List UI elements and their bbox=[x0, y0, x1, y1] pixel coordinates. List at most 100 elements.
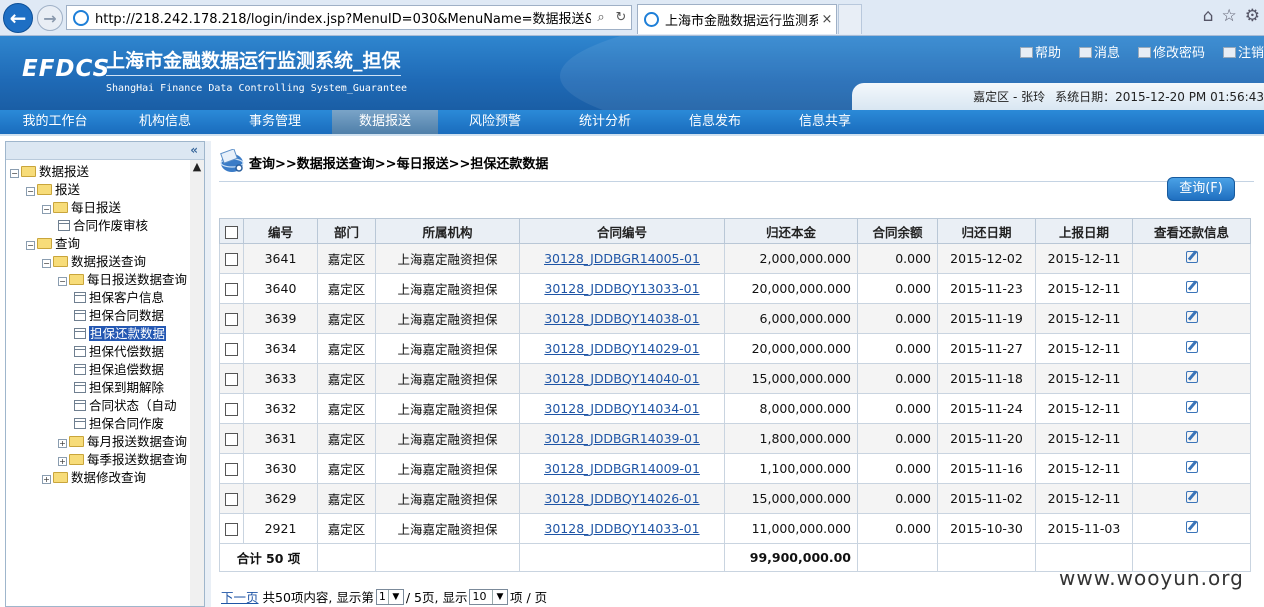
expand-icon[interactable]: + bbox=[42, 475, 51, 484]
gear-icon[interactable]: ⚙ bbox=[1245, 6, 1260, 26]
page-select[interactable]: 1 ▼ bbox=[375, 588, 404, 605]
row-checkbox[interactable] bbox=[225, 493, 238, 506]
panel-splitter[interactable] bbox=[205, 141, 211, 607]
expand-icon[interactable]: + bbox=[58, 439, 67, 448]
row-checkbox[interactable] bbox=[225, 433, 238, 446]
nav-info-share[interactable]: 信息共享 bbox=[770, 110, 880, 134]
tree-node[interactable]: 合同作废审核 bbox=[6, 217, 204, 235]
nav-risk-alert[interactable]: 风险预警 bbox=[440, 110, 550, 134]
expand-icon[interactable]: + bbox=[58, 457, 67, 466]
back-button[interactable]: ← bbox=[3, 3, 33, 33]
tree-node[interactable]: 担保还款数据 bbox=[6, 325, 204, 343]
edit-icon[interactable] bbox=[1185, 371, 1198, 383]
col-repay-date[interactable]: 归还日期 bbox=[937, 218, 1036, 244]
tree-node[interactable]: 担保客户信息 bbox=[6, 289, 204, 307]
tree-node[interactable]: − 数据报送 bbox=[6, 163, 204, 181]
tree-node[interactable]: − 每日报送数据查询 bbox=[6, 271, 204, 289]
edit-icon[interactable] bbox=[1185, 521, 1198, 533]
tree-node[interactable]: 担保合同作废 bbox=[6, 415, 204, 433]
collapse-panel-icon[interactable]: « bbox=[190, 143, 198, 157]
col-report-date[interactable]: 上报日期 bbox=[1035, 218, 1133, 244]
edit-icon[interactable] bbox=[1185, 311, 1198, 323]
cell-contract-no[interactable]: 30128_JDDBQY13033-01 bbox=[519, 273, 725, 304]
cell-contract-no[interactable]: 30128_JDDBGR14005-01 bbox=[519, 243, 725, 274]
nav-statistics[interactable]: 统计分析 bbox=[550, 110, 660, 134]
tree-node[interactable]: 担保追偿数据 bbox=[6, 361, 204, 379]
tree-node[interactable]: − 查询 bbox=[6, 235, 204, 253]
row-checkbox[interactable] bbox=[225, 523, 238, 536]
tree-node[interactable]: 担保代偿数据 bbox=[6, 343, 204, 361]
row-checkbox[interactable] bbox=[225, 253, 238, 266]
select-all-checkbox[interactable] bbox=[225, 225, 238, 239]
cell-id: 3640 bbox=[243, 273, 318, 304]
edit-icon[interactable] bbox=[1185, 401, 1198, 413]
col-balance[interactable]: 合同余额 bbox=[857, 218, 938, 244]
nav-org-info[interactable]: 机构信息 bbox=[110, 110, 220, 134]
cell-contract-no[interactable]: 30128_JDDBQY14026-01 bbox=[519, 483, 725, 514]
col-principal[interactable]: 归还本金 bbox=[724, 218, 858, 244]
folder-icon bbox=[37, 184, 52, 195]
cell-contract-no[interactable]: 30128_JDDBGR14009-01 bbox=[519, 453, 725, 484]
logout-link[interactable]: 注销 bbox=[1222, 42, 1264, 61]
tree-node[interactable]: 担保到期解除 bbox=[6, 379, 204, 397]
collapse-icon[interactable]: − bbox=[58, 277, 67, 286]
forward-button[interactable]: → bbox=[37, 5, 63, 31]
col-org[interactable]: 所属机构 bbox=[375, 218, 520, 244]
col-contract-no[interactable]: 合同编号 bbox=[519, 218, 725, 244]
star-icon[interactable]: ☆ bbox=[1222, 6, 1237, 26]
collapse-icon[interactable]: − bbox=[42, 259, 51, 268]
tree-node[interactable]: − 数据报送查询 bbox=[6, 253, 204, 271]
row-checkbox[interactable] bbox=[225, 463, 238, 476]
change-password-link[interactable]: 修改密码 bbox=[1137, 42, 1205, 61]
tree-node[interactable]: + 每月报送数据查询 bbox=[6, 433, 204, 451]
collapse-icon[interactable]: − bbox=[26, 187, 35, 196]
collapse-icon[interactable]: − bbox=[26, 241, 35, 250]
edit-icon[interactable] bbox=[1185, 251, 1198, 263]
close-tab-icon[interactable]: × bbox=[818, 12, 836, 27]
cell-contract-no[interactable]: 30128_JDDBQY14038-01 bbox=[519, 303, 725, 334]
message-link[interactable]: 消息 bbox=[1078, 42, 1120, 61]
edit-icon[interactable] bbox=[1185, 461, 1198, 473]
tree-node[interactable]: 担保合同数据 bbox=[6, 307, 204, 325]
nav-workbench[interactable]: 我的工作台 bbox=[0, 110, 110, 134]
collapse-icon[interactable]: − bbox=[42, 205, 51, 214]
row-checkbox[interactable] bbox=[225, 313, 238, 326]
tree-node[interactable]: + 数据修改查询 bbox=[6, 469, 204, 487]
scroll-up-icon[interactable]: ▲ bbox=[190, 160, 204, 174]
url-text[interactable]: http://218.242.178.218/login/index.jsp?M… bbox=[95, 8, 591, 27]
new-tab-button[interactable] bbox=[838, 4, 862, 34]
nav-data-report[interactable]: 数据报送 bbox=[332, 110, 438, 134]
home-icon[interactable]: ⌂ bbox=[1203, 6, 1214, 26]
cell-contract-no[interactable]: 30128_JDDBQY14034-01 bbox=[519, 393, 725, 424]
address-bar[interactable]: http://218.242.178.218/login/index.jsp?M… bbox=[66, 5, 632, 30]
page-size-select[interactable]: 10 ▼ bbox=[469, 588, 508, 605]
search-icon[interactable]: ⌕ bbox=[591, 10, 611, 25]
tree-node[interactable]: 合同状态（自动 bbox=[6, 397, 204, 415]
refresh-icon[interactable]: ↻ bbox=[611, 10, 631, 25]
browser-tab[interactable]: 上海市金融数据运行监测系... × bbox=[637, 4, 837, 34]
nav-affairs[interactable]: 事务管理 bbox=[220, 110, 330, 134]
edit-icon[interactable] bbox=[1185, 431, 1198, 443]
cell-contract-no[interactable]: 30128_JDDBQY14033-01 bbox=[519, 513, 725, 544]
edit-icon[interactable] bbox=[1185, 281, 1198, 293]
edit-icon[interactable] bbox=[1185, 341, 1198, 353]
row-checkbox[interactable] bbox=[225, 283, 238, 296]
row-checkbox[interactable] bbox=[225, 343, 238, 356]
edit-icon[interactable] bbox=[1185, 491, 1198, 503]
tree-node[interactable]: − 每日报送 bbox=[6, 199, 204, 217]
tree-scrollbar[interactable]: ▲ bbox=[190, 160, 204, 606]
help-link[interactable]: 帮助 bbox=[1019, 42, 1061, 61]
next-page-link[interactable]: 下一页 bbox=[221, 587, 259, 606]
col-id[interactable]: 编号 bbox=[243, 218, 318, 244]
nav-info-publish[interactable]: 信息发布 bbox=[660, 110, 770, 134]
cell-contract-no[interactable]: 30128_JDDBQY14040-01 bbox=[519, 363, 725, 394]
cell-contract-no[interactable]: 30128_JDDBGR14039-01 bbox=[519, 423, 725, 454]
query-button[interactable]: 查询(F) bbox=[1167, 177, 1235, 201]
col-dept[interactable]: 部门 bbox=[317, 218, 376, 244]
row-checkbox[interactable] bbox=[225, 403, 238, 416]
cell-contract-no[interactable]: 30128_JDDBQY14029-01 bbox=[519, 333, 725, 364]
row-checkbox[interactable] bbox=[225, 373, 238, 386]
collapse-icon[interactable]: − bbox=[10, 169, 19, 178]
tree-node[interactable]: − 报送 bbox=[6, 181, 204, 199]
tree-node[interactable]: + 每季报送数据查询 bbox=[6, 451, 204, 469]
